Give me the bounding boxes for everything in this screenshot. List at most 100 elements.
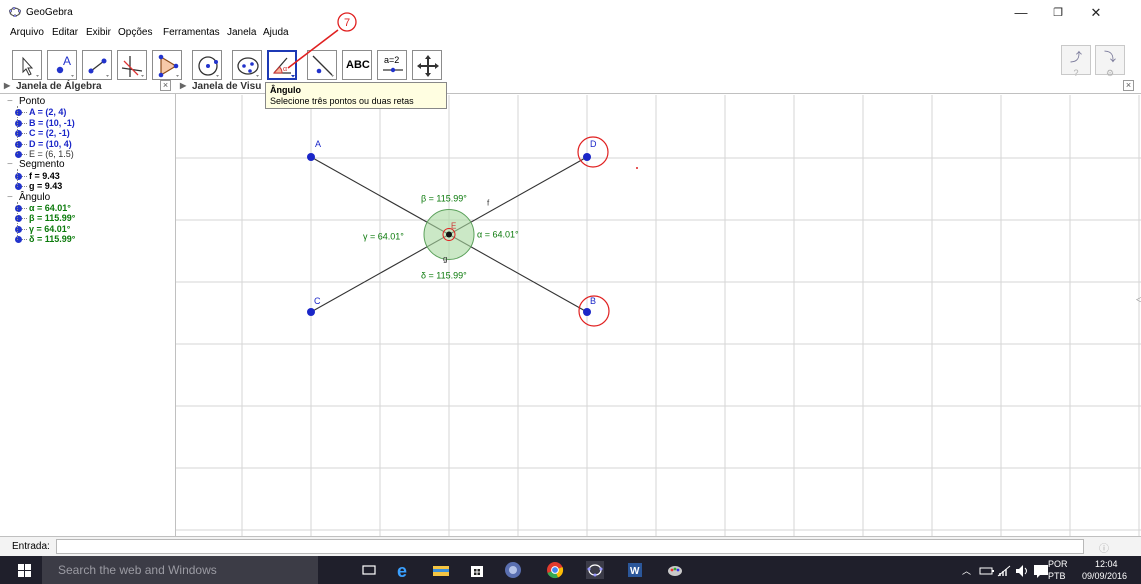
close-button[interactable]: ✕ xyxy=(1082,4,1110,22)
toolbar: A α ABC a=2 ⤴ ? ⤵ ⚙ xyxy=(0,42,1141,80)
file-explorer-icon[interactable] xyxy=(432,561,450,579)
graphics-view[interactable]: ▶ Janela de Visu × ADCBEfgβ = 115.99° α =… xyxy=(176,80,1141,536)
title-bar: GeoGebra — ❐ ✕ xyxy=(0,0,1141,26)
algebra-view: ▶ Janela de Álgebra × − Ponto A = (2, 4) B … xyxy=(0,80,176,536)
algebra-view-header: ▶ Janela de Álgebra × xyxy=(0,80,176,94)
input-label: Entrada: xyxy=(12,541,50,552)
input-field[interactable] xyxy=(56,539,1084,554)
perpendicular-line-tool-button[interactable] xyxy=(117,50,147,80)
slider-tool-button[interactable]: a=2 xyxy=(377,50,407,80)
collapse-category-icon[interactable]: − xyxy=(7,96,13,107)
menu-arquivo[interactable]: Arquivo xyxy=(10,27,44,38)
circle-tool-button[interactable] xyxy=(192,50,222,80)
stray-point xyxy=(636,167,638,169)
geogebra-logo-icon xyxy=(9,7,21,17)
algebra-category: Ponto xyxy=(19,96,46,107)
collapse-category-icon[interactable]: − xyxy=(7,159,13,170)
angle-label-gamma: γ = 64.01° xyxy=(363,232,404,242)
geogebra-taskbar-icon[interactable] xyxy=(586,561,604,579)
algebra-object[interactable]: g = 9.43 xyxy=(15,181,62,191)
edge-browser-icon[interactable]: e xyxy=(396,561,414,579)
language-top[interactable]: POR xyxy=(1048,559,1068,569)
chrome-icon[interactable] xyxy=(546,561,564,579)
taskbar-search-box[interactable]: Search the web and Windows xyxy=(42,556,318,584)
windows-start-icon[interactable] xyxy=(18,564,31,577)
point-a[interactable] xyxy=(307,153,315,161)
menu-janela[interactable]: Janela xyxy=(227,27,256,38)
algebra-object-text: α = 64.01° xyxy=(29,203,71,213)
algebra-object-text: γ = 64.01° xyxy=(29,223,71,234)
point-label-e: E xyxy=(451,222,456,231)
cursor-arrow-icon xyxy=(22,56,39,77)
network-icon[interactable] xyxy=(996,562,1014,580)
point-e[interactable] xyxy=(446,231,452,238)
tree-connector xyxy=(17,169,18,187)
point-tool-button[interactable]: A xyxy=(47,50,77,80)
annotation-arrow xyxy=(287,29,339,69)
algebra-object[interactable]: γ = 64.01° xyxy=(15,223,71,234)
algebra-category: Ângulo xyxy=(19,191,51,203)
point-b[interactable] xyxy=(583,308,591,316)
point-d[interactable] xyxy=(583,153,591,161)
segment-label-g: g xyxy=(443,255,447,264)
algebra-object[interactable]: E = (6, 1.5) xyxy=(15,149,74,159)
input-help-icon[interactable]: ⓘ xyxy=(1099,540,1109,555)
menu-ferramentas[interactable]: Ferramentas xyxy=(163,27,220,38)
windows-taskbar: Search the web and Windows e W ︿ POR PTB… xyxy=(0,556,1141,584)
algebra-object[interactable]: B = (10, -1) xyxy=(15,117,75,128)
minimize-button[interactable]: — xyxy=(1007,4,1035,22)
annotation-number: 7 xyxy=(344,17,350,29)
algebra-object-text: B = (10, -1) xyxy=(29,117,75,128)
tooltip-text: Selecione três pontos ou duas retas xyxy=(270,96,414,106)
redo-button[interactable]: ⤵ ⚙ xyxy=(1095,45,1125,78)
volume-icon[interactable] xyxy=(1014,562,1032,580)
move-tool-button[interactable] xyxy=(12,50,42,80)
algebra-object[interactable]: D = (10, 4) xyxy=(15,139,72,149)
store-icon[interactable] xyxy=(468,561,486,579)
media-app-icon[interactable] xyxy=(504,561,522,579)
segment-tool-button[interactable] xyxy=(82,50,112,80)
settings-icon[interactable]: ⚙ xyxy=(1096,68,1124,79)
polygon-tool-button[interactable] xyxy=(152,50,182,80)
geogebra-window: GeoGebra — ❐ ✕ Arquivo Editar Exibir Opç… xyxy=(0,0,1141,584)
algebra-object-text: E = (6, 1.5) xyxy=(29,149,74,159)
algebra-object[interactable]: f = 9.43 xyxy=(15,170,60,181)
help-icon[interactable]: ? xyxy=(1062,68,1090,78)
battery-icon[interactable] xyxy=(978,562,996,580)
ellipse-tool-button[interactable] xyxy=(232,50,262,80)
algebra-object[interactable]: C = (2, -1) xyxy=(15,128,70,138)
menu-editar[interactable]: Editar xyxy=(52,27,78,38)
collapse-category-icon[interactable]: − xyxy=(7,192,13,203)
undo-button[interactable]: ⤴ ? xyxy=(1061,45,1091,78)
angle-label-beta: β = 115.99° xyxy=(421,194,467,204)
algebra-object[interactable]: β = 115.99° xyxy=(15,213,75,223)
svg-text:W: W xyxy=(630,566,640,577)
algebra-object[interactable]: A = (2, 4) xyxy=(15,107,66,117)
close-algebra-view-icon[interactable]: × xyxy=(160,80,171,91)
perpendicular-line-icon xyxy=(121,56,144,77)
language-bottom[interactable]: PTB xyxy=(1048,571,1066,581)
point-c[interactable] xyxy=(307,308,315,316)
collapse-triangle-icon[interactable]: ▶ xyxy=(4,81,10,90)
algebra-object-text: f = 9.43 xyxy=(29,170,60,181)
move-arrows-icon xyxy=(417,55,439,77)
algebra-object[interactable]: δ = 115.99° xyxy=(15,234,75,244)
clock-time[interactable]: 12:04 xyxy=(1095,559,1118,569)
tree-connector xyxy=(17,201,18,240)
move-graphics-tool-button[interactable] xyxy=(412,50,442,80)
svg-text:A: A xyxy=(63,54,71,68)
algebra-object[interactable]: α = 64.01° xyxy=(15,203,71,213)
side-panel-toggle-icon[interactable]: ◁ xyxy=(1136,294,1141,304)
paint-icon[interactable] xyxy=(666,561,684,579)
maximize-button[interactable]: ❐ xyxy=(1044,4,1072,22)
point-label-b: B xyxy=(590,296,596,306)
task-view-icon[interactable] xyxy=(360,561,378,579)
word-icon[interactable]: W xyxy=(626,561,644,579)
menu-opcoes[interactable]: Opções xyxy=(118,27,152,38)
menu-exibir[interactable]: Exibir xyxy=(86,27,111,38)
point-label-d: D xyxy=(590,139,597,149)
tray-chevron-icon[interactable]: ︿ xyxy=(962,564,971,577)
input-bar: Entrada: ⓘ xyxy=(0,536,1141,556)
clock-date[interactable]: 09/09/2016 xyxy=(1082,571,1127,581)
drawing-pad[interactable]: A D C B Ef g β = 115.99° α = 64.01° γ = 64.01° δ … xyxy=(176,80,1141,536)
